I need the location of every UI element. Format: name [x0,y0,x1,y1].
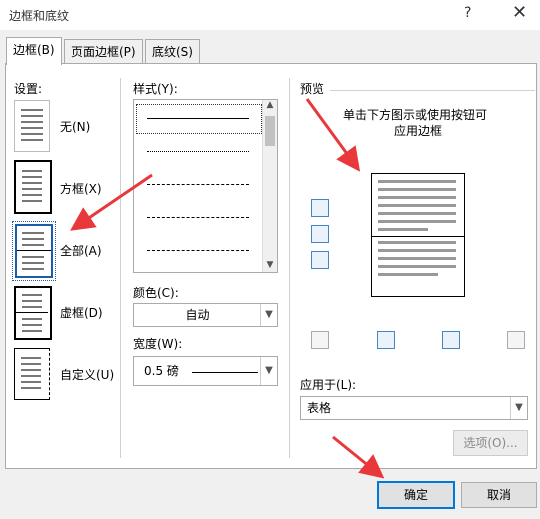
arrow-to-all-setting [70,173,153,231]
annotation-arrows [70,98,385,479]
tab-borders[interactable]: 边框(B) [6,37,62,65]
arrow-to-ok [332,435,385,479]
arrow-to-preview [305,98,361,172]
